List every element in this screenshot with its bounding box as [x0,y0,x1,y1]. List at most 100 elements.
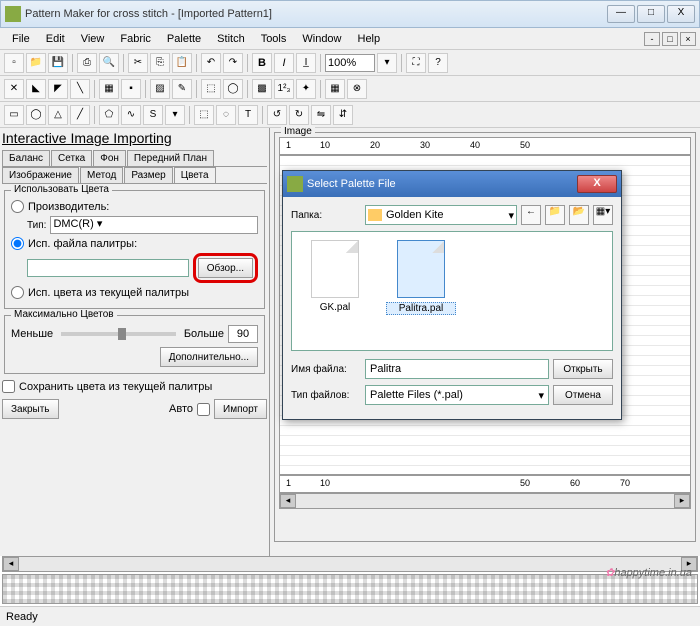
filename-field[interactable] [365,359,549,379]
italic-icon[interactable]: I [274,53,294,73]
palette-file-field[interactable] [27,259,189,277]
scroll-right-icon[interactable]: ▸ [674,494,690,508]
radio-palette-file[interactable] [11,237,24,250]
main-scroll-left-icon[interactable]: ◂ [3,557,19,571]
auto-checkbox[interactable] [197,403,210,416]
cut-icon[interactable]: ✂ [128,53,148,73]
curve-icon[interactable]: ∿ [121,105,141,125]
file-item-gk[interactable]: GK.pal [300,240,370,342]
tab-image[interactable]: Изображение [2,167,79,183]
menu-stitch[interactable]: Stitch [209,31,253,47]
select-icon[interactable]: ⬚ [201,79,221,99]
menu-edit[interactable]: Edit [38,31,73,47]
menu-tools[interactable]: Tools [253,31,295,47]
menu-window[interactable]: Window [294,31,349,47]
tab-fg[interactable]: Передний План [127,150,214,166]
max-colors-slider[interactable] [61,332,176,336]
save-colors-checkbox[interactable] [2,380,15,393]
hscrollbar[interactable]: ◂ ▸ [279,493,691,509]
print-icon[interactable]: ⎙ [77,53,97,73]
newfolder-icon[interactable]: 📂 [569,205,589,225]
file-list[interactable]: GK.pal Palitra.pal [291,231,613,351]
undo-icon[interactable]: ↶ [201,53,221,73]
shape3-icon[interactable]: △ [48,105,68,125]
folder-combo[interactable]: Golden Kite ▾ [365,205,517,225]
maximize-button[interactable]: □ [637,5,665,23]
redo-icon[interactable]: ↷ [223,53,243,73]
quarter-icon[interactable]: ◤ [48,79,68,99]
main-hscrollbar[interactable]: ◂ ▸ [2,556,698,572]
cancel-button[interactable]: Отмена [553,385,613,405]
num-icon[interactable]: 1²₃ [274,79,294,99]
menu-view[interactable]: View [73,31,113,47]
file-item-palitra[interactable]: Palitra.pal [386,240,456,342]
nogrid-icon[interactable]: ⊗ [347,79,367,99]
menu-fabric[interactable]: Fabric [112,31,159,47]
fit-icon[interactable]: ⛶ [406,53,426,73]
menu-help[interactable]: Help [350,31,389,47]
tab-size[interactable]: Размер [124,167,172,183]
color-icon[interactable]: ▩ [252,79,272,99]
view-menu-icon[interactable]: ▦▾ [593,205,613,225]
import-button[interactable]: Импорт [214,399,267,419]
open-icon[interactable]: 📁 [26,53,46,73]
mdi-restore[interactable]: □ [662,32,678,46]
sel-rect-icon[interactable]: ⬚ [194,105,214,125]
text-icon[interactable]: T [238,105,258,125]
dialog-titlebar[interactable]: Select Palette File X [283,171,621,197]
style-icon[interactable]: S [143,105,163,125]
drop-icon[interactable]: ▾ [165,105,185,125]
browse-button[interactable]: Обзор... [198,258,253,278]
save-icon[interactable]: 💾 [48,53,68,73]
palette-strip[interactable] [2,574,698,604]
bold-icon[interactable]: B [252,53,272,73]
dialog-close-button[interactable]: X [577,175,617,193]
rot-l-icon[interactable]: ↺ [267,105,287,125]
underline-icon[interactable]: I̲ [296,53,316,73]
shape1-icon[interactable]: ▭ [4,105,24,125]
tab-balance[interactable]: Баланс [2,150,50,166]
advanced-button[interactable]: Дополнительно... [160,347,258,367]
tab-grid[interactable]: Сетка [51,150,92,166]
back-icon[interactable]: ╲ [70,79,90,99]
cross-icon[interactable]: ✕ [4,79,24,99]
filetype-combo[interactable]: Palette Files (*.pal)▾ [365,385,549,405]
type-combo[interactable]: DMC(R) ▾ [50,216,258,234]
flip-h-icon[interactable]: ⇋ [311,105,331,125]
preview-icon[interactable]: 🔍 [99,53,119,73]
open-button[interactable]: Открыть [553,359,613,379]
menu-palette[interactable]: Palette [159,31,209,47]
mdi-minimize[interactable]: - [644,32,660,46]
zoom-dropdown-icon[interactable]: ▾ [377,53,397,73]
mdi-close[interactable]: × [680,32,696,46]
back-nav-icon[interactable]: ← [521,205,541,225]
zoom-combo[interactable] [325,54,375,72]
grid-icon[interactable]: ▦ [325,79,345,99]
picker-icon[interactable]: ✎ [172,79,192,99]
sparkle-icon[interactable]: ✦ [296,79,316,99]
close-button[interactable]: X [667,5,695,23]
new-icon[interactable]: ▫ [4,53,24,73]
lasso-icon[interactable]: ◯ [223,79,243,99]
help-icon[interactable]: ? [428,53,448,73]
tab-bg[interactable]: Фон [93,150,126,166]
poly-icon[interactable]: ⬠ [99,105,119,125]
shape2-icon[interactable]: ◯ [26,105,46,125]
copy-icon[interactable]: ⎘ [150,53,170,73]
scroll-left-icon[interactable]: ◂ [280,494,296,508]
flood-icon[interactable]: ▨ [150,79,170,99]
tool-a-icon[interactable]: ▦ [99,79,119,99]
line-icon[interactable]: ╱ [70,105,90,125]
minimize-button[interactable]: — [607,5,635,23]
half-icon[interactable]: ◣ [26,79,46,99]
sel-free-icon[interactable]: ◌ [216,105,236,125]
flip-v-icon[interactable]: ⇵ [333,105,353,125]
tool-b-icon[interactable]: ▪ [121,79,141,99]
radio-current-palette[interactable] [11,286,24,299]
close-panel-button[interactable]: Закрыть [2,399,59,419]
menu-file[interactable]: File [4,31,38,47]
rot-r-icon[interactable]: ↻ [289,105,309,125]
tab-method[interactable]: Метод [80,167,123,183]
max-colors-value[interactable] [228,325,258,343]
up-nav-icon[interactable]: 📁 [545,205,565,225]
